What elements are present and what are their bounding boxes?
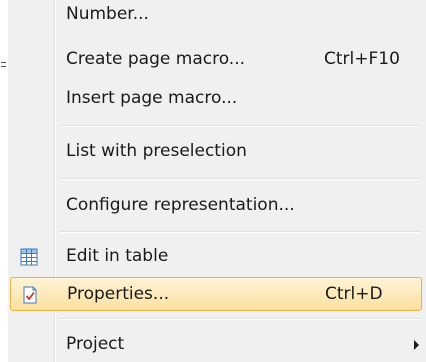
menu-item-label: Project <box>66 334 125 354</box>
menu-separator <box>60 125 420 127</box>
menu-item-label: Create page macro... <box>66 49 246 69</box>
menu-item-number[interactable]: Number... <box>10 0 422 32</box>
menu-item-label: Edit in table <box>66 246 169 266</box>
menu-separator <box>60 231 420 233</box>
menu-item-properties[interactable]: Properties... Ctrl+D <box>10 277 422 311</box>
menu-item-label: List with preselection <box>66 141 247 161</box>
table-icon <box>20 248 38 266</box>
left-window-edge <box>0 0 8 362</box>
submenu-arrow-icon <box>414 340 419 350</box>
menu-item-shortcut: Ctrl+F10 <box>324 49 400 69</box>
menu-item-edit-in-table[interactable]: Edit in table <box>10 240 422 274</box>
menu-item-project[interactable]: Project <box>10 328 422 362</box>
menu-item-insert-page-macro[interactable]: Insert page macro... <box>10 82 422 116</box>
menu-item-label: Properties... <box>67 284 170 304</box>
menu-item-configure-representation[interactable]: Configure representation... <box>10 189 422 223</box>
menu-item-label: Insert page macro... <box>66 88 238 108</box>
properties-icon <box>21 286 39 304</box>
edge-mark <box>1 62 6 63</box>
menu-item-label: Configure representation... <box>66 195 295 215</box>
menu-item-create-page-macro[interactable]: Create page macro... Ctrl+F10 <box>10 43 422 77</box>
menu-separator <box>60 178 420 180</box>
edge-mark <box>1 66 6 67</box>
menu-item-list-with-preselection[interactable]: List with preselection <box>10 135 422 169</box>
menu-item-label: Number... <box>66 4 149 24</box>
context-menu: Number... Create page macro... Ctrl+F10 … <box>8 0 426 362</box>
menu-item-shortcut: Ctrl+D <box>325 284 383 304</box>
menu-separator <box>60 318 420 320</box>
